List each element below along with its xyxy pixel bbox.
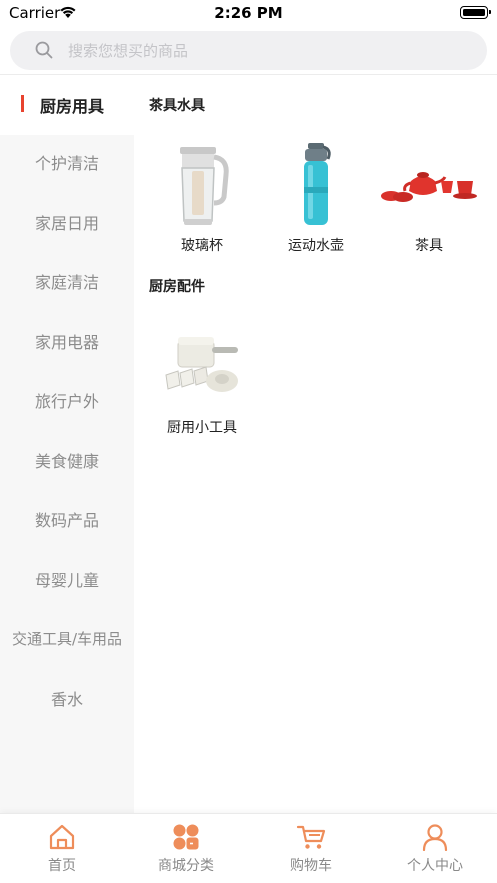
home-icon xyxy=(49,824,75,850)
sidebar-item-household[interactable]: 家居日用 xyxy=(0,192,134,252)
sidebar-item-vehicles[interactable]: 交通工具/车用品 xyxy=(0,608,134,668)
product-name: 茶具 xyxy=(415,238,443,254)
sidebar-item-label: 美食健康 xyxy=(34,452,99,471)
sidebar-item-label: 厨房用具 xyxy=(39,97,104,116)
sidebar-item-home-cleaning[interactable]: 家庭清洁 xyxy=(0,251,134,311)
product-name: 玻璃杯 xyxy=(181,238,223,254)
red-tea-set-icon xyxy=(381,172,477,202)
category-content: 茶具水具 玻璃杯 运动水壶 茶具 厨房配件 厨用小工具 xyxy=(134,75,497,813)
tab-category[interactable]: 商城分类 xyxy=(124,814,248,883)
user-icon xyxy=(422,824,448,851)
sidebar-item-food-health[interactable]: 美食健康 xyxy=(0,430,134,490)
grater-set-icon xyxy=(165,337,238,392)
tab-label: 商城分类 xyxy=(158,858,214,874)
product-name: 厨用小工具 xyxy=(167,420,237,436)
sport-bottle-icon xyxy=(304,143,331,225)
sidebar-item-label: 家用电器 xyxy=(34,333,99,352)
sidebar-item-kitchen[interactable]: 厨房用具 xyxy=(0,75,134,135)
sidebar-item-label: 数码产品 xyxy=(34,511,99,530)
sidebar-item-label: 个护清洁 xyxy=(34,154,99,173)
clock: 2:26 PM xyxy=(214,4,283,22)
sidebar-item-baby-kids[interactable]: 母婴儿童 xyxy=(0,549,134,609)
tab-profile[interactable]: 个人中心 xyxy=(373,814,497,883)
product-tea-set[interactable]: 茶具 xyxy=(374,141,484,255)
sidebar-item-appliances[interactable]: 家用电器 xyxy=(0,311,134,371)
search-input[interactable] xyxy=(68,31,468,70)
product-kitchen-tools[interactable]: 厨用小工具 xyxy=(147,323,257,437)
sidebar-item-label: 家居日用 xyxy=(34,214,99,233)
sidebar-item-label: 母婴儿童 xyxy=(34,571,99,590)
bottom-tab-bar: 首页 商城分类 购物车 个人中心 xyxy=(0,813,497,883)
glass-teapot-icon xyxy=(180,147,229,225)
sidebar-item-label: 旅行户外 xyxy=(34,392,99,411)
category-sidebar: 厨房用具 个护清洁 家居日用 家庭清洁 家用电器 旅行户外 美食健康 数码产品 … xyxy=(0,75,134,813)
category-icon xyxy=(173,824,199,850)
tab-label: 购物车 xyxy=(290,858,332,874)
sidebar-item-label: 交通工具/车用品 xyxy=(11,629,123,648)
status-bar: Carrier 2:26 PM xyxy=(0,0,497,28)
sidebar-item-outdoor[interactable]: 旅行户外 xyxy=(0,370,134,430)
section-title-kitchen-accessories: 厨房配件 xyxy=(149,279,205,295)
product-glass-cup[interactable]: 玻璃杯 xyxy=(147,141,257,255)
sidebar-item-perfume[interactable]: 香水 xyxy=(0,668,134,728)
sidebar-item-digital[interactable]: 数码产品 xyxy=(0,489,134,549)
product-name: 运动水壶 xyxy=(288,238,344,254)
cart-icon xyxy=(296,825,326,849)
sidebar-item-personal-care[interactable]: 个护清洁 xyxy=(0,132,134,192)
search-icon xyxy=(34,40,54,64)
tab-label: 首页 xyxy=(48,858,76,874)
battery-icon xyxy=(460,6,491,19)
tab-cart[interactable]: 购物车 xyxy=(249,814,373,883)
sidebar-item-label: 香水 xyxy=(50,690,83,709)
sidebar-item-label: 家庭清洁 xyxy=(34,273,99,292)
product-sport-bottle[interactable]: 运动水壶 xyxy=(261,141,371,255)
tab-home[interactable]: 首页 xyxy=(0,814,124,883)
search-bar[interactable] xyxy=(10,31,487,70)
tab-label: 个人中心 xyxy=(407,858,463,874)
section-title-tea-water: 茶具水具 xyxy=(149,98,205,114)
